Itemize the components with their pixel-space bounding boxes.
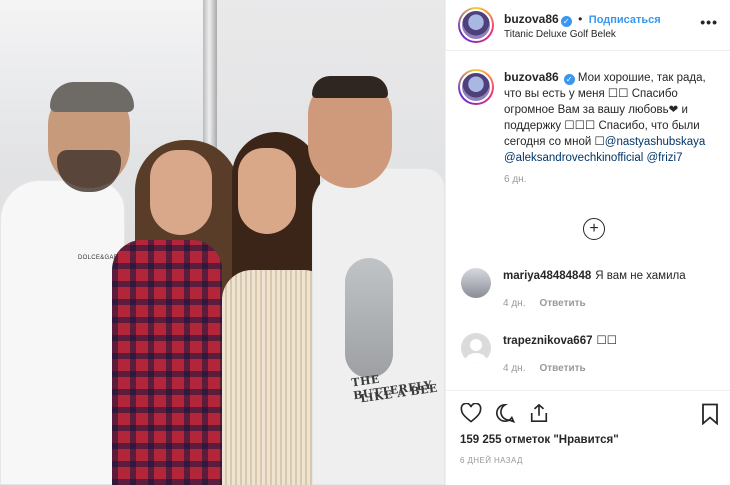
comment-text: ☐☐ [596, 335, 618, 347]
shirt-graphic [345, 258, 393, 378]
caption-timestamp[interactable]: 6 дн. [504, 172, 716, 188]
post-actions: 159 255 отметок "Нравится" 6 ДНЕЙ НАЗАД [446, 390, 730, 485]
caption-avatar[interactable] [458, 69, 494, 105]
likes-count[interactable]: 159 255 отметок "Нравится" [460, 434, 619, 446]
instagram-post-view: DOLCE&GABBANA THE BUTTERFLY LIKE A BEE b… [0, 0, 730, 485]
person-left-shirt [0, 180, 125, 485]
person-right-hair [312, 76, 388, 98]
comment-body: trapeznikova667 ☐☐ 4 дн. Ответить [503, 333, 617, 374]
post-caption: buzova86 ✓ Мои хорошие, так рада, что вы … [446, 51, 730, 188]
list-item: trapeznikova667 ☐☐ 4 дн. Ответить [461, 333, 617, 374]
load-more-comments-icon[interactable]: + [583, 218, 605, 240]
follow-button[interactable]: Подписаться [589, 14, 661, 26]
header-username[interactable]: buzova86 [504, 12, 559, 26]
comment-text: Я вам не хамила [595, 270, 686, 282]
avatar[interactable] [458, 7, 494, 43]
post-header: buzova86 ✓ • Подписаться Titanic Deluxe G… [446, 0, 730, 51]
comment-icon[interactable] [494, 403, 516, 423]
posted-time: 6 ДНЕЙ НАЗАД [460, 456, 523, 465]
bookmark-icon[interactable] [701, 403, 719, 430]
background-pole [203, 0, 217, 150]
list-item: mariya48484848 Я вам не хамила 4 дн. Ответ… [461, 268, 686, 309]
action-row [460, 403, 550, 423]
comment-time[interactable]: 4 дн. [503, 363, 525, 374]
person-2-head [150, 150, 212, 235]
location-link[interactable]: Titanic Deluxe Golf Belek [504, 29, 661, 42]
post-photo[interactable]: DOLCE&GABBANA THE BUTTERFLY LIKE A BEE [0, 0, 445, 485]
comment-body: mariya48484848 Я вам не хамила 4 дн. Ответ… [503, 268, 686, 309]
post-sidebar: buzova86 ✓ • Подписаться Titanic Deluxe G… [445, 0, 730, 485]
reply-button[interactable]: Ответить [539, 363, 585, 374]
person-2-shirt [112, 240, 222, 485]
comment-avatar[interactable] [461, 268, 491, 298]
caption-body: buzova86 ✓ Мои хорошие, так рада, что вы … [504, 69, 716, 188]
comment-username[interactable]: mariya48484848 [503, 270, 591, 282]
person-3-head [238, 148, 296, 234]
heart-icon[interactable] [460, 403, 482, 423]
person-left-hair [50, 82, 134, 112]
caption-verified-badge-icon: ✓ [563, 74, 575, 85]
separator-dot: • [578, 11, 583, 26]
header-text: buzova86 ✓ • Подписаться Titanic Deluxe G… [504, 9, 661, 42]
comment-username[interactable]: trapeznikova667 [503, 335, 593, 347]
reply-button[interactable]: Ответить [539, 298, 585, 309]
heart-emoji: ❤ [668, 104, 679, 116]
verified-badge-icon: ✓ [560, 15, 572, 27]
share-icon[interactable] [528, 403, 550, 423]
comment-avatar[interactable] [461, 333, 491, 363]
caption-username[interactable]: buzova86 [504, 70, 559, 84]
comment-time[interactable]: 4 дн. [503, 298, 525, 309]
more-options-icon[interactable]: ••• [700, 14, 718, 30]
